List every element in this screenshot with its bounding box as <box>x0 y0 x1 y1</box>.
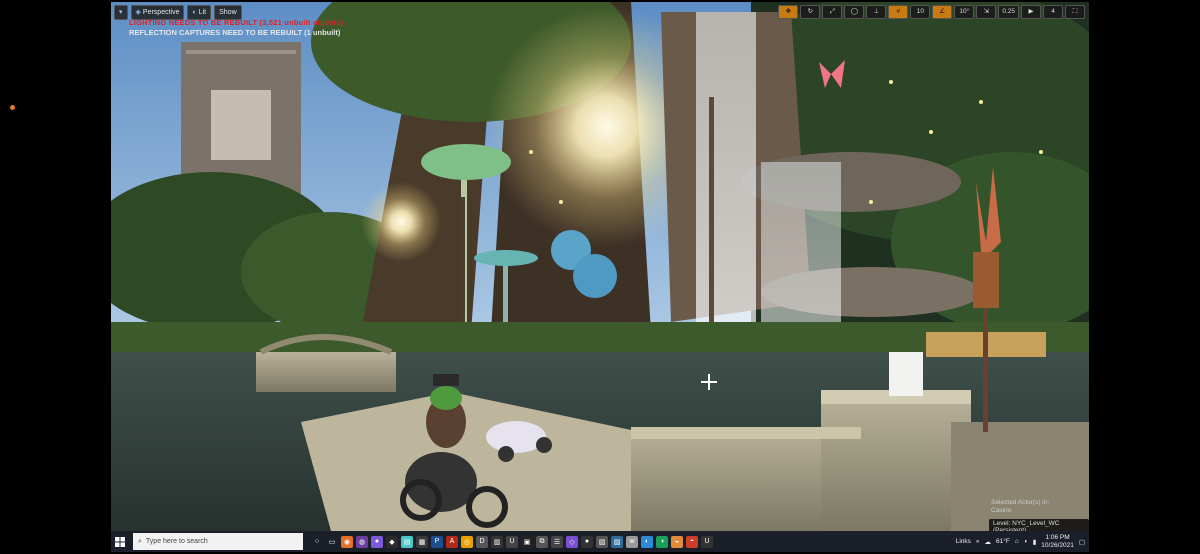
grid-snap-value[interactable]: 10 <box>910 5 931 19</box>
volume-icon[interactable]: ◖ <box>1024 538 1028 545</box>
system-tray: Links » ☁ 61°F ⌂ ◖ ▮ 1:06 PM 10/26/2021 … <box>956 531 1085 552</box>
search-placeholder: Type here to search <box>145 538 208 545</box>
app-icon-11[interactable]: D <box>476 535 488 548</box>
game-viewport-scene[interactable] <box>111 2 1089 531</box>
lighting-rebuild-warning: LIGHTING NEEDS TO BE REBUILT (3,521 unbu… <box>129 18 344 27</box>
scale-tool-icon[interactable]: ⤢ <box>822 5 843 19</box>
blender-icon[interactable]: ◉ <box>341 535 353 548</box>
chrome-icon[interactable]: ◎ <box>461 535 473 548</box>
scale-snap-icon[interactable]: ⇲ <box>976 5 997 19</box>
chevron-up-icon[interactable]: » <box>976 538 980 545</box>
app-icon-18[interactable]: ● <box>581 535 593 548</box>
app-icon-19[interactable]: ▧ <box>596 535 608 548</box>
rotation-snap-value[interactable]: 10° <box>954 5 975 19</box>
notifications-icon[interactable]: ▢ <box>1079 538 1085 546</box>
app-icon-7[interactable]: ▦ <box>416 535 428 548</box>
weather-temp[interactable]: 61°F <box>996 538 1010 545</box>
windows-icon <box>115 536 125 547</box>
app-icon-24[interactable]: ◒ <box>671 535 683 548</box>
app-icon-12[interactable]: ▥ <box>491 535 503 548</box>
clock[interactable]: 1:06 PM 10/26/2021 <box>1041 534 1074 550</box>
visual-studio-icon[interactable]: ◇ <box>566 535 578 548</box>
rotate-tool-icon[interactable]: ↻ <box>800 5 821 19</box>
app-icon-23[interactable]: ◑ <box>656 535 668 548</box>
viewport-menu-button[interactable]: ▾ <box>114 5 128 20</box>
camera-speed-icon[interactable]: ▶ <box>1021 5 1041 19</box>
world-space-icon[interactable]: ◯ <box>844 5 865 19</box>
task-view-icon[interactable]: ▭ <box>326 536 338 548</box>
network-icon[interactable]: ⌂ <box>1015 538 1019 545</box>
viewport-right-controls: ✥ ↻ ⤢ ◯ ⊥ # 10 ∠ 10° ⇲ 0.25 ▶ 4 ⛶ <box>778 5 1085 19</box>
editor-screen: ▾ ◈ Perspective ◐ Lit Show LIGHTING NEEDS … <box>111 2 1089 552</box>
illustrator-icon[interactable]: A <box>446 535 458 548</box>
search-icon: ⌕ <box>138 537 142 545</box>
app-icon-15[interactable]: ⧉ <box>536 535 548 548</box>
surface-snap-icon[interactable]: ⊥ <box>866 5 887 19</box>
photoshop-icon[interactable]: P <box>431 535 443 548</box>
maximize-viewport-icon[interactable]: ⛶ <box>1065 5 1085 19</box>
app-icon-25[interactable]: ◓ <box>686 535 698 548</box>
battery-icon[interactable]: ▮ <box>1033 538 1037 546</box>
app-icon-22[interactable]: ◐ <box>641 535 653 548</box>
camera-speed-value[interactable]: 4 <box>1043 5 1063 19</box>
cortana-icon[interactable]: ○ <box>311 536 323 548</box>
start-button[interactable] <box>111 531 129 552</box>
clock-date: 10/26/2021 <box>1041 541 1074 549</box>
translate-tool-icon[interactable]: ✥ <box>778 5 799 19</box>
app-icon-3[interactable]: ◍ <box>356 535 368 548</box>
grid-snap-icon[interactable]: # <box>888 5 909 19</box>
selected-actor-line2: Casino <box>991 507 1012 514</box>
app-icon-21[interactable]: w <box>626 535 638 548</box>
taskbar-search-box[interactable]: ⌕ Type here to search <box>133 533 303 550</box>
windows-taskbar: ⌕ Type here to search ○ ▭ ◉ ◍ ● ◆ ▤ ▦ P … <box>111 531 1089 552</box>
crosshair-icon <box>701 374 717 390</box>
taskbar-apps: ○ ▭ ◉ ◍ ● ◆ ▤ ▦ P A ◎ D ▥ U ▣ ⧉ ☰ ◇ ● ▧ … <box>311 535 713 548</box>
app-icon-20[interactable]: ▨ <box>611 535 623 548</box>
selected-actor-info: Selected Actor(s) in: Casino <box>991 499 1049 515</box>
unreal-icon[interactable]: U <box>506 535 518 548</box>
app-icon-16[interactable]: ☰ <box>551 535 563 548</box>
side-dot <box>10 105 15 110</box>
rotation-snap-icon[interactable]: ∠ <box>932 5 953 19</box>
links-toolbar[interactable]: Links <box>956 538 971 545</box>
selected-actor-line1: Selected Actor(s) in: <box>991 499 1050 506</box>
reflection-rebuild-warning: REFLECTION CAPTURES NEED TO BE REBUILT (… <box>129 28 341 37</box>
scale-snap-value[interactable]: 0.25 <box>998 5 1019 19</box>
weather-icon[interactable]: ☁ <box>985 538 992 546</box>
app-icon-4[interactable]: ● <box>371 535 383 548</box>
app-icon-6[interactable]: ▤ <box>401 535 413 548</box>
app-icon-5[interactable]: ◆ <box>386 535 398 548</box>
chevron-down-icon: ▾ <box>119 9 123 16</box>
app-icon-26[interactable]: U <box>701 535 713 548</box>
clock-time: 1:06 PM <box>1045 533 1070 541</box>
app-icon-14[interactable]: ▣ <box>521 535 533 548</box>
